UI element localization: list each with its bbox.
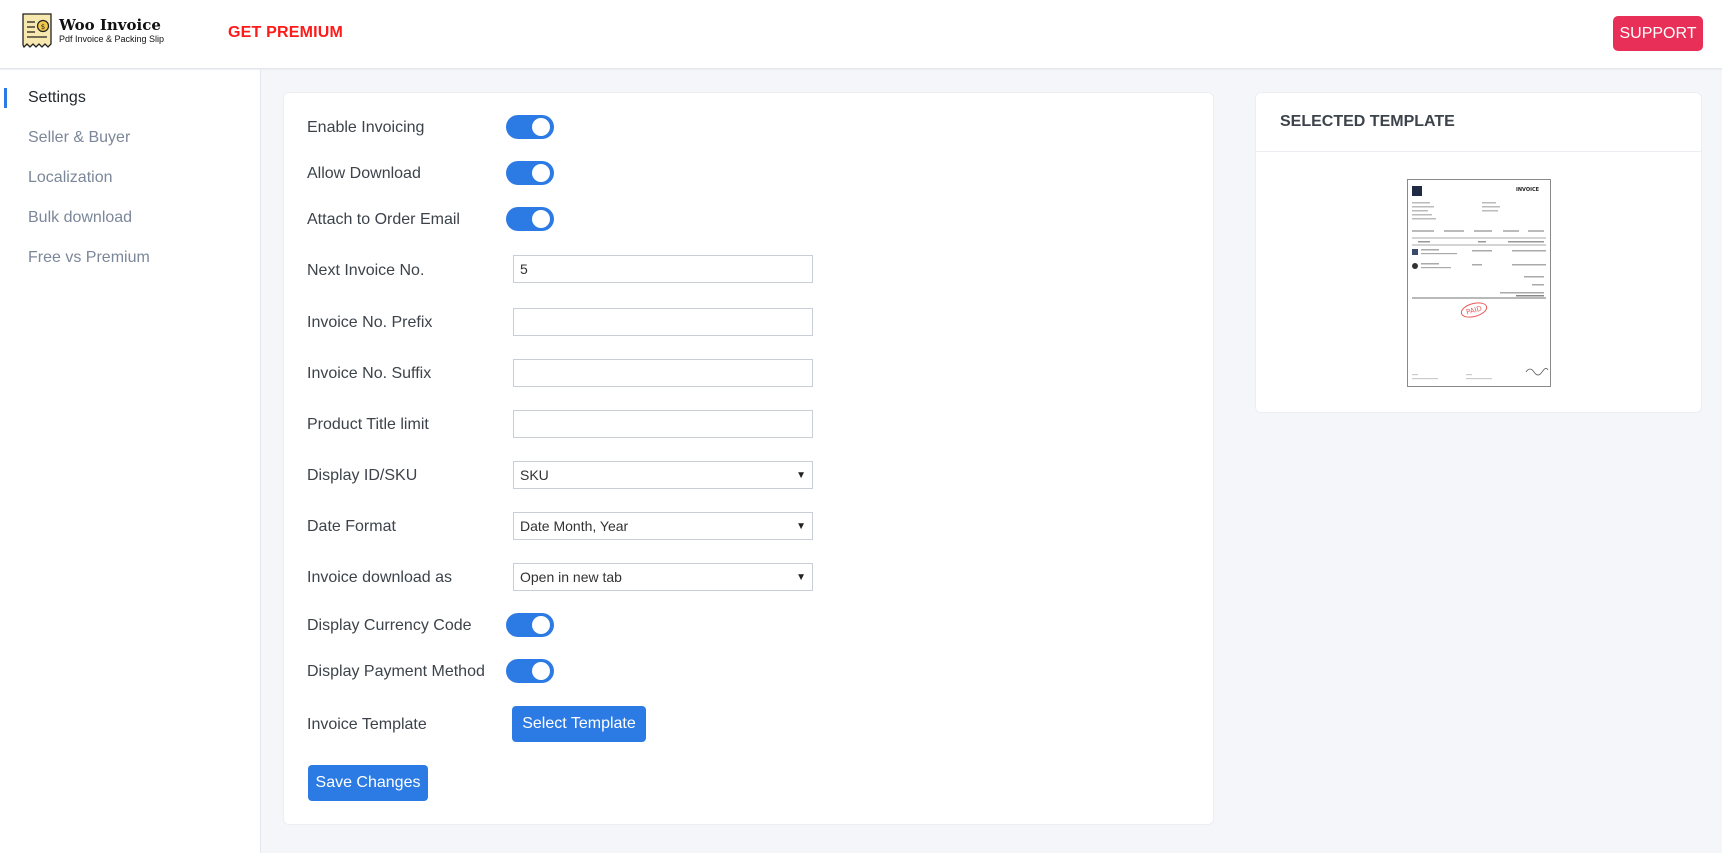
chevron-down-icon: ▼ bbox=[796, 469, 806, 481]
svg-text:$: $ bbox=[41, 23, 45, 31]
enable-invoicing-toggle[interactable] bbox=[506, 115, 554, 139]
support-button[interactable]: SUPPORT bbox=[1613, 16, 1703, 51]
preview-heading: INVOICE bbox=[1516, 187, 1540, 193]
selected-template-card: SELECTED TEMPLATE INVOICE PAID bbox=[1255, 92, 1702, 413]
get-premium-link[interactable]: GET PREMIUM bbox=[228, 24, 343, 42]
sidebar-item-bulk-download[interactable]: Bulk download bbox=[28, 209, 132, 227]
date-format-select[interactable]: Date Month, Year ▼ bbox=[513, 512, 813, 540]
title-limit-label: Product Title limit bbox=[307, 416, 429, 433]
currency-code-label: Display Currency Code bbox=[307, 617, 472, 634]
invoice-logo-icon: $ bbox=[22, 13, 52, 49]
top-bar: $ Woo Invoice Pdf Invoice & Packing Slip… bbox=[0, 0, 1722, 69]
sidebar-item-settings[interactable]: Settings bbox=[28, 89, 86, 107]
currency-code-toggle[interactable] bbox=[506, 613, 554, 637]
template-preview[interactable]: INVOICE PAID bbox=[1407, 179, 1551, 387]
chevron-down-icon: ▼ bbox=[796, 571, 806, 583]
sidebar-item-seller-buyer[interactable]: Seller & Buyer bbox=[28, 129, 130, 147]
invoice-suffix-label: Invoice No. Suffix bbox=[307, 365, 432, 382]
next-invoice-no-input[interactable] bbox=[513, 255, 813, 283]
attach-email-label: Attach to Order Email bbox=[307, 211, 460, 228]
sidebar: Settings Seller & Buyer Localization Bul… bbox=[0, 70, 261, 853]
chevron-down-icon: ▼ bbox=[796, 520, 806, 532]
display-id-sku-label: Display ID/SKU bbox=[307, 467, 418, 484]
sidebar-item-free-vs-premium[interactable]: Free vs Premium bbox=[28, 249, 150, 267]
date-format-label: Date Format bbox=[307, 518, 396, 535]
download-as-select[interactable]: Open in new tab ▼ bbox=[513, 563, 813, 591]
select-template-button[interactable]: Select Template bbox=[512, 706, 646, 742]
allow-download-toggle[interactable] bbox=[506, 161, 554, 185]
download-as-value: Open in new tab bbox=[520, 569, 622, 585]
allow-download-label: Allow Download bbox=[307, 165, 421, 182]
sidebar-item-localization[interactable]: Localization bbox=[28, 169, 113, 187]
attach-email-toggle[interactable] bbox=[506, 207, 554, 231]
invoice-prefix-input[interactable] bbox=[513, 308, 813, 336]
date-format-value: Date Month, Year bbox=[520, 518, 629, 534]
payment-method-toggle[interactable] bbox=[506, 659, 554, 683]
invoice-suffix-input[interactable] bbox=[513, 359, 813, 387]
enable-invoicing-label: Enable Invoicing bbox=[307, 119, 425, 136]
invoice-template-label: Invoice Template bbox=[307, 716, 427, 733]
display-id-sku-value: SKU bbox=[520, 467, 549, 483]
save-changes-button[interactable]: Save Changes bbox=[308, 765, 428, 801]
payment-method-label: Display Payment Method bbox=[307, 663, 485, 680]
download-as-label: Invoice download as bbox=[307, 569, 452, 586]
active-nav-indicator bbox=[4, 88, 7, 108]
invoice-prefix-label: Invoice No. Prefix bbox=[307, 314, 433, 331]
brand-subtitle: Pdf Invoice & Packing Slip bbox=[59, 34, 165, 44]
next-invoice-no-label: Next Invoice No. bbox=[307, 262, 425, 279]
display-id-sku-select[interactable]: SKU ▼ bbox=[513, 461, 813, 489]
invoice-preview-image: INVOICE PAID bbox=[1412, 186, 1549, 380]
title-limit-input[interactable] bbox=[513, 410, 813, 438]
selected-template-title: SELECTED TEMPLATE bbox=[1256, 93, 1701, 152]
logo[interactable]: $ Woo Invoice Pdf Invoice & Packing Slip bbox=[21, 12, 164, 50]
brand-title: Woo Invoice bbox=[59, 16, 161, 34]
settings-card: Enable Invoicing Allow Download Attach t… bbox=[283, 92, 1214, 825]
